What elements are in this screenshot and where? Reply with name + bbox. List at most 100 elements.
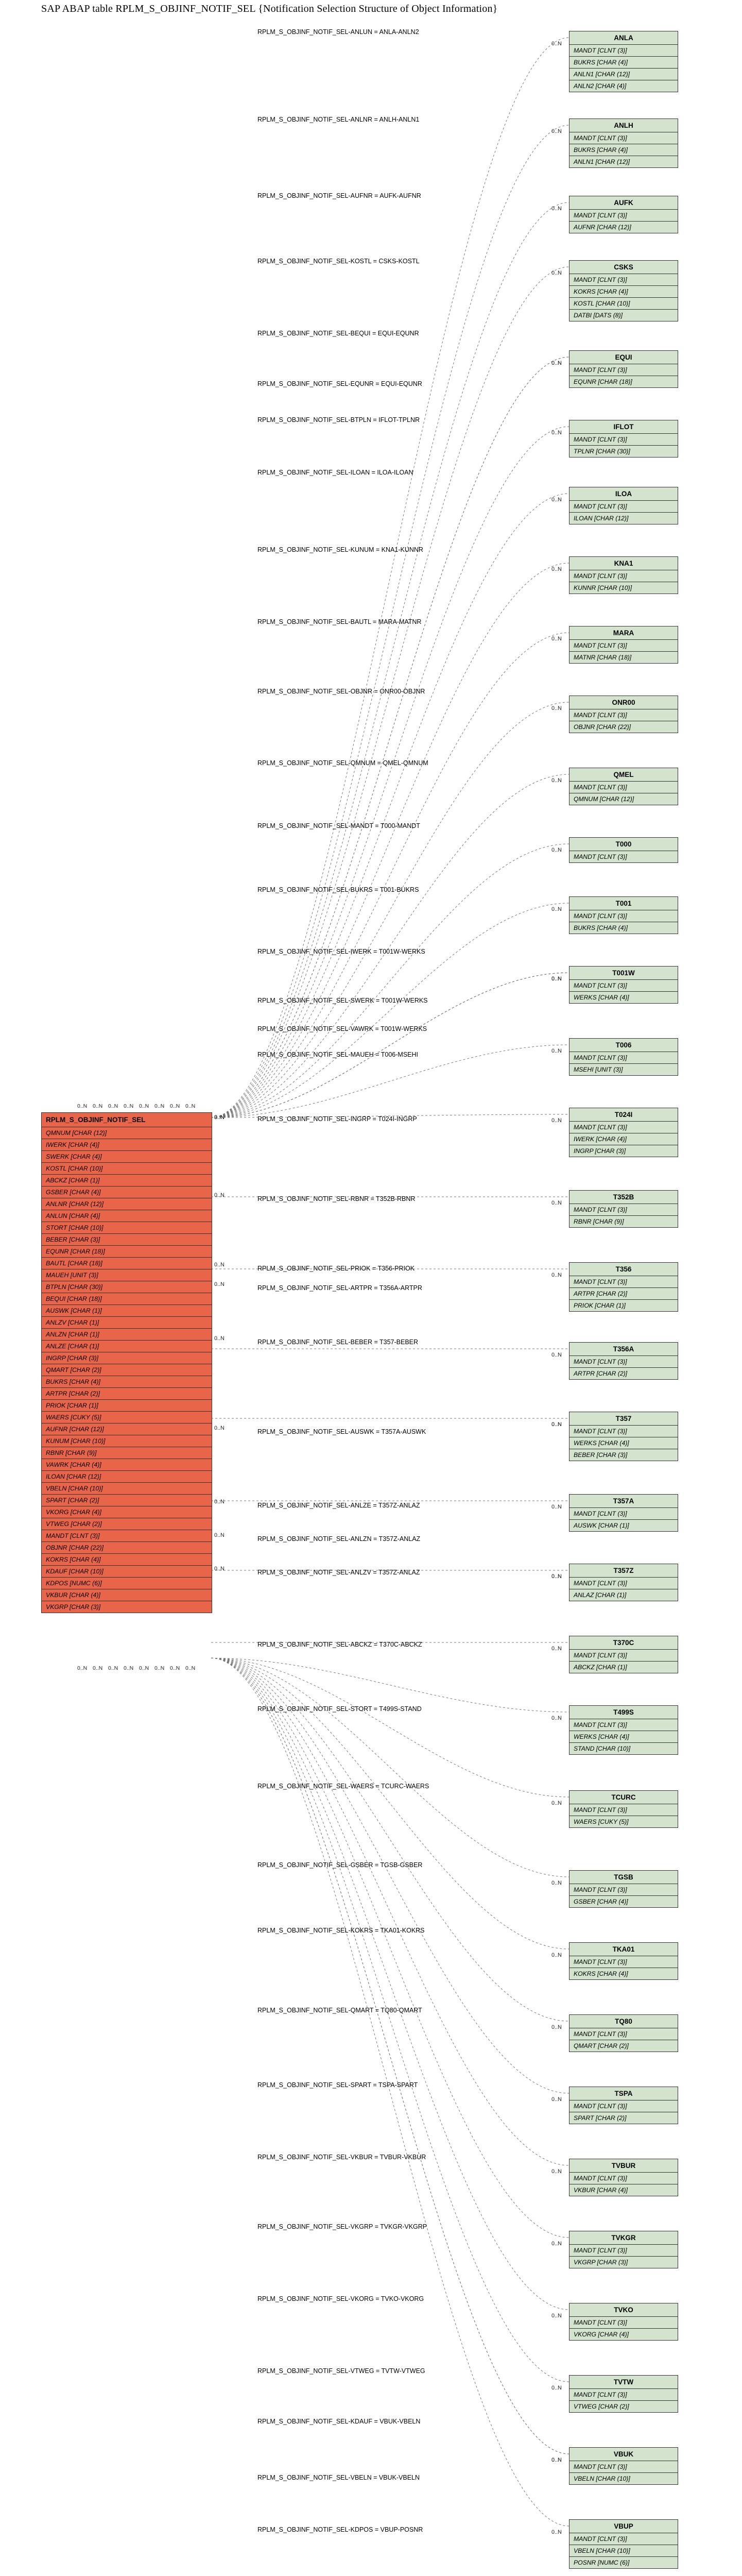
target-field: PRIOK [CHAR (1)] — [570, 1300, 678, 1311]
relation-label: RPLM_S_OBJINF_NOTIF_SEL-ANLNR = ANLH-ANL… — [257, 116, 419, 123]
main-field: ABCKZ [CHAR (1)] — [42, 1175, 212, 1187]
cardinality-label: 0..N — [551, 430, 562, 436]
main-field: BUKRS [CHAR (4)] — [42, 1376, 212, 1388]
target-field: DATBI [DATS (8)] — [570, 310, 678, 321]
relation-label: RPLM_S_OBJINF_NOTIF_SEL-VKGRP = TVKGR-VK… — [257, 2223, 427, 2230]
relation-label: RPLM_S_OBJINF_NOTIF_SEL-BUKRS = T001-BUK… — [257, 886, 419, 893]
cardinality-label: 0..N — [551, 2529, 562, 2535]
cardinality-label: 0..N — [551, 1646, 562, 1652]
target-table-header: T357A — [570, 1495, 678, 1508]
target-field: ILOAN [CHAR (12)] — [570, 513, 678, 524]
target-table-box: MARAMANDT [CLNT (3)]MATNR [CHAR (18)] — [569, 626, 678, 664]
main-field: WAERS [CUKY (5)] — [42, 1412, 212, 1423]
target-field: KOSTL [CHAR (10)] — [570, 298, 678, 310]
target-table-header: KNA1 — [570, 557, 678, 570]
cardinality-label: 0..N — [214, 1192, 225, 1198]
cardinality-label: 0..N — [551, 2313, 562, 2319]
relation-label: RPLM_S_OBJINF_NOTIF_SEL-ARTPR = T356A-AR… — [257, 1284, 422, 1292]
target-table-box: TVBURMANDT [CLNT (3)]VKBUR [CHAR (4)] — [569, 2159, 678, 2196]
target-table-header: T001 — [570, 897, 678, 910]
cardinality-label: 0..N — [551, 1352, 562, 1358]
target-field: TPLNR [CHAR (30)] — [570, 446, 678, 457]
relation-connector — [211, 427, 569, 1117]
cardinality-label: 0..N — [93, 1665, 102, 1671]
target-table-box: T356AMANDT [CLNT (3)]ARTPR [CHAR (2)] — [569, 1342, 678, 1380]
main-field: BTPLN [CHAR (30)] — [42, 1281, 212, 1293]
target-table-header: VBUP — [570, 2520, 678, 2533]
relation-label: RPLM_S_OBJINF_NOTIF_SEL-ANLZE = T357Z-AN… — [257, 1502, 420, 1509]
main-field: ANLNR [CHAR (12)] — [42, 1198, 212, 1210]
target-field: STAND [CHAR (10)] — [570, 1743, 678, 1754]
target-table-box: VBUKMANDT [CLNT (3)]VBELN [CHAR (10)] — [569, 2447, 678, 2485]
target-field: MANDT [CLNT (3)] — [570, 2461, 678, 2473]
target-table-header: AUFK — [570, 196, 678, 210]
target-table-header: T357 — [570, 1412, 678, 1426]
cardinality-label: 0..N — [551, 976, 562, 982]
cardinality-label: 0..N — [551, 1952, 562, 1958]
target-field: MANDT [CLNT (3)] — [570, 1578, 678, 1589]
cardinality-label: 0..N — [551, 777, 562, 784]
target-field: VKGRP [CHAR (3)] — [570, 2257, 678, 2268]
target-table-header: ANLA — [570, 31, 678, 45]
cardinality-label: 0..N — [551, 1504, 562, 1510]
main-field: AUSWK [CHAR (1)] — [42, 1305, 212, 1317]
relation-connector — [211, 38, 569, 1117]
target-field: VBELN [CHAR (10)] — [570, 2545, 678, 2557]
cardinality-label: 0..N — [108, 1103, 118, 1109]
cardinality-label: 0..N — [551, 2385, 562, 2391]
target-table-box: QMELMANDT [CLNT (3)]QMNUM [CHAR (12)] — [569, 768, 678, 805]
target-field: GSBER [CHAR (4)] — [570, 1896, 678, 1907]
target-field: QMNUM [CHAR (12)] — [570, 793, 678, 805]
main-field: VKORG [CHAR (4)] — [42, 1506, 212, 1518]
cardinality-label: 0..N — [154, 1103, 164, 1109]
target-table-header: TCURC — [570, 1791, 678, 1804]
relation-label: RPLM_S_OBJINF_NOTIF_SEL-MANDT = T000-MAN… — [257, 822, 420, 829]
relation-connector — [211, 973, 569, 1117]
cardinality-label: 0..N — [551, 566, 562, 572]
target-field: VBELN [CHAR (10)] — [570, 2473, 678, 2484]
target-table-box: T352BMANDT [CLNT (3)]RBNR [CHAR (9)] — [569, 1190, 678, 1228]
relation-label: RPLM_S_OBJINF_NOTIF_SEL-ABCKZ = T370C-AB… — [257, 1641, 422, 1648]
target-table-box: TVKOMANDT [CLNT (3)]VKORG [CHAR (4)] — [569, 2303, 678, 2341]
cardinality-label: 0..N — [214, 1262, 225, 1268]
target-table-header: T352B — [570, 1191, 678, 1204]
target-field: MANDT [CLNT (3)] — [570, 1650, 678, 1662]
relation-connector — [211, 1658, 569, 2454]
target-table-header: TQ80 — [570, 2015, 678, 2028]
relation-label: RPLM_S_OBJINF_NOTIF_SEL-GSBER = TGSB-GSB… — [257, 1861, 422, 1869]
target-table-box: T357ZMANDT [CLNT (3)]ANLAZ [CHAR (1)] — [569, 1564, 678, 1601]
target-field: MANDT [CLNT (3)] — [570, 2317, 678, 2329]
main-field: ANLUN [CHAR (4)] — [42, 1210, 212, 1222]
target-table-box: T006MANDT [CLNT (3)]MSEHI [UNIT (3)] — [569, 1038, 678, 1076]
relation-label: RPLM_S_OBJINF_NOTIF_SEL-SWERK = T001W-WE… — [257, 997, 428, 1004]
cardinality-label: 0..N — [139, 1665, 149, 1671]
relation-label: RPLM_S_OBJINF_NOTIF_SEL-MAUEH = T006-MSE… — [257, 1051, 418, 1058]
relation-label: RPLM_S_OBJINF_NOTIF_SEL-OBJNR = ONR00-OB… — [257, 688, 425, 695]
target-table-box: ANLAMANDT [CLNT (3)]BUKRS [CHAR (4)]ANLN… — [569, 31, 678, 92]
main-field: SPART [CHAR (2)] — [42, 1495, 212, 1506]
relation-label: RPLM_S_OBJINF_NOTIF_SEL-BAUTL = MARA-MAT… — [257, 618, 421, 625]
target-field: ANLN1 [CHAR (12)] — [570, 69, 678, 80]
target-field: POSNR [NUMC (6)] — [570, 2557, 678, 2568]
target-table-header: T356A — [570, 1343, 678, 1356]
target-table-header: T357Z — [570, 1564, 678, 1578]
target-table-box: T499SMANDT [CLNT (3)]WERKS [CHAR (4)]STA… — [569, 1705, 678, 1755]
relation-label: RPLM_S_OBJINF_NOTIF_SEL-ANLUN = ANLA-ANL… — [257, 28, 419, 36]
target-table-header: T001W — [570, 967, 678, 980]
relation-label: RPLM_S_OBJINF_NOTIF_SEL-AUSWK = T357A-AU… — [257, 1428, 426, 1435]
target-table-box: VBUPMANDT [CLNT (3)]VBELN [CHAR (10)]POS… — [569, 2519, 678, 2569]
target-table-header: IFLOT — [570, 420, 678, 434]
target-table-box: AUFKMANDT [CLNT (3)]AUFNR [CHAR (12)] — [569, 196, 678, 233]
target-table-box: TQ80MANDT [CLNT (3)]QMART [CHAR (2)] — [569, 2014, 678, 2052]
target-table-box: T001WMANDT [CLNT (3)]WERKS [CHAR (4)] — [569, 966, 678, 1004]
target-table-box: T356MANDT [CLNT (3)]ARTPR [CHAR (2)]PRIO… — [569, 1262, 678, 1312]
target-table-box: ONR00MANDT [CLNT (3)]OBJNR [CHAR (22)] — [569, 696, 678, 733]
target-table-box: T000MANDT [CLNT (3)] — [569, 837, 678, 863]
cardinality-label: 0..N — [551, 2024, 562, 2030]
cardinality-label: 0..N — [185, 1665, 195, 1671]
cardinality-label: 0..N — [551, 1715, 562, 1721]
relation-label: RPLM_S_OBJINF_NOTIF_SEL-BEBER = T357-BEB… — [257, 1338, 418, 1346]
target-field: MANDT [CLNT (3)] — [570, 434, 678, 446]
main-field: QMNUM [CHAR (12)] — [42, 1127, 212, 1139]
target-table-box: EQUIMANDT [CLNT (3)]EQUNR [CHAR (18)] — [569, 350, 678, 388]
